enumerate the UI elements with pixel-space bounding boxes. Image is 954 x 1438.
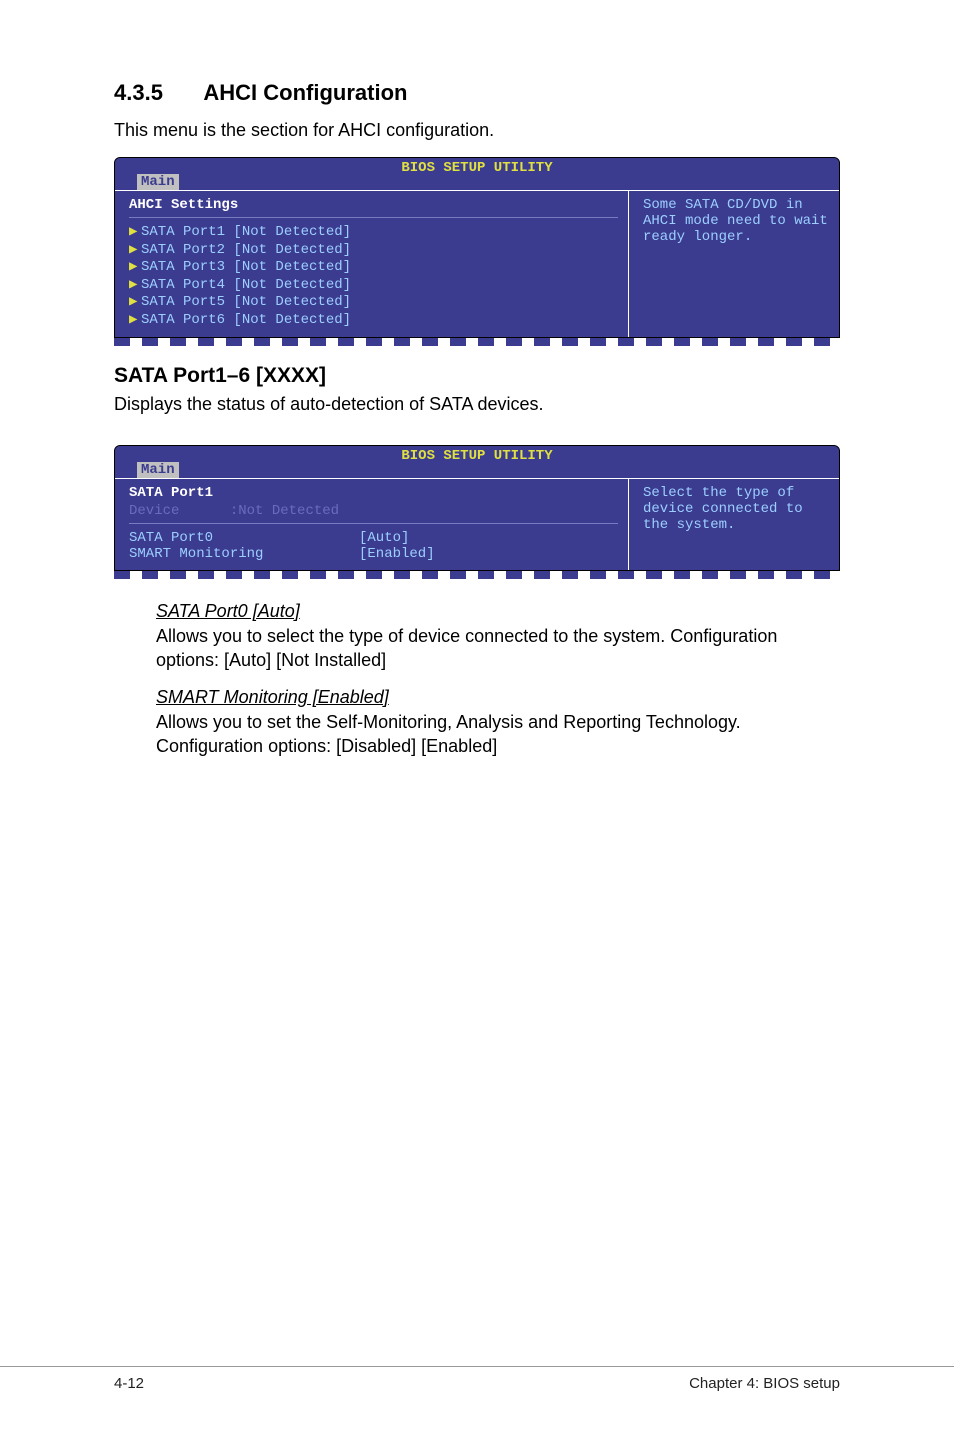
bios-help-panel: Some SATA CD/DVD in AHCI mode need to wa… bbox=[629, 190, 839, 337]
bios-title: BIOS SETUP UTILITY bbox=[401, 448, 552, 464]
bios-help-panel: Select the type of device connected to t… bbox=[629, 478, 839, 570]
page-footer: 4-12 Chapter 4: BIOS setup bbox=[0, 1366, 954, 1392]
sata-port2-item: ▶SATA Port2 [Not Detected] bbox=[129, 242, 618, 260]
submenu-arrow-icon: ▶ bbox=[129, 294, 141, 312]
ahci-settings-title: AHCI Settings bbox=[129, 197, 618, 213]
bios-left-panel: SATA Port1 Device :Not Detected SATA Por… bbox=[115, 478, 629, 570]
sata-port0-row: SATA Port0 [Auto] bbox=[129, 530, 618, 546]
row-label: SMART Monitoring bbox=[129, 546, 359, 562]
device-row: Device :Not Detected bbox=[129, 503, 618, 519]
section-heading: 4.3.5 AHCI Configuration bbox=[114, 80, 840, 106]
section-description: This menu is the section for AHCI config… bbox=[114, 120, 840, 141]
page-number: 4-12 bbox=[114, 1375, 144, 1392]
submenu-arrow-icon: ▶ bbox=[129, 277, 141, 295]
sata-port1-title: SATA Port1 bbox=[129, 485, 618, 501]
torn-edge bbox=[114, 338, 840, 346]
section-number: 4.3.5 bbox=[114, 80, 163, 106]
bios-title: BIOS SETUP UTILITY bbox=[401, 160, 552, 176]
row-value: [Auto] bbox=[359, 530, 409, 546]
sata-port4-item: ▶SATA Port4 [Not Detected] bbox=[129, 277, 618, 295]
smart-monitoring-row: SMART Monitoring [Enabled] bbox=[129, 546, 618, 562]
submenu-arrow-icon: ▶ bbox=[129, 224, 141, 242]
divider bbox=[129, 523, 618, 524]
option-sata-port0: SATA Port0 [Auto] Allows you to select t… bbox=[156, 601, 840, 758]
bios-help-text: Some SATA CD/DVD in AHCI mode need to wa… bbox=[643, 197, 829, 245]
section-title: AHCI Configuration bbox=[203, 80, 407, 106]
sata-port-description: Displays the status of auto-detection of… bbox=[114, 394, 840, 415]
bios-left-panel: AHCI Settings ▶SATA Port1 [Not Detected]… bbox=[115, 190, 629, 337]
chapter-label: Chapter 4: BIOS setup bbox=[689, 1375, 840, 1392]
option-desc: Allows you to select the type of device … bbox=[156, 624, 840, 673]
submenu-arrow-icon: ▶ bbox=[129, 312, 141, 330]
submenu-arrow-icon: ▶ bbox=[129, 259, 141, 277]
option-desc: Allows you to set the Self-Monitoring, A… bbox=[156, 710, 840, 759]
page-content: 4.3.5 AHCI Configuration This menu is th… bbox=[0, 0, 954, 758]
submenu-arrow-icon: ▶ bbox=[129, 242, 141, 260]
bios-header: BIOS SETUP UTILITY Main bbox=[115, 158, 839, 190]
option-title: SMART Monitoring [Enabled] bbox=[156, 687, 840, 708]
sata-port6-item: ▶SATA Port6 [Not Detected] bbox=[129, 312, 618, 330]
bios-tab-main: Main bbox=[137, 174, 179, 190]
bios-help-text: Select the type of device connected to t… bbox=[643, 485, 829, 533]
sata-port-heading: SATA Port1–6 [XXXX] bbox=[114, 364, 840, 388]
bios-tab-main: Main bbox=[137, 462, 179, 478]
row-value: [Enabled] bbox=[359, 546, 435, 562]
bios-screenshot-2: BIOS SETUP UTILITY Main SATA Port1 Devic… bbox=[114, 445, 840, 579]
divider bbox=[129, 217, 618, 218]
bios-header: BIOS SETUP UTILITY Main bbox=[115, 446, 839, 478]
bios-screenshot-1: BIOS SETUP UTILITY Main AHCI Settings ▶S… bbox=[114, 157, 840, 346]
sata-port1-item: ▶SATA Port1 [Not Detected] bbox=[129, 224, 618, 242]
option-title: SATA Port0 [Auto] bbox=[156, 601, 840, 622]
sata-port5-item: ▶SATA Port5 [Not Detected] bbox=[129, 294, 618, 312]
torn-edge bbox=[114, 571, 840, 579]
sata-port3-item: ▶SATA Port3 [Not Detected] bbox=[129, 259, 618, 277]
row-label: SATA Port0 bbox=[129, 530, 359, 546]
